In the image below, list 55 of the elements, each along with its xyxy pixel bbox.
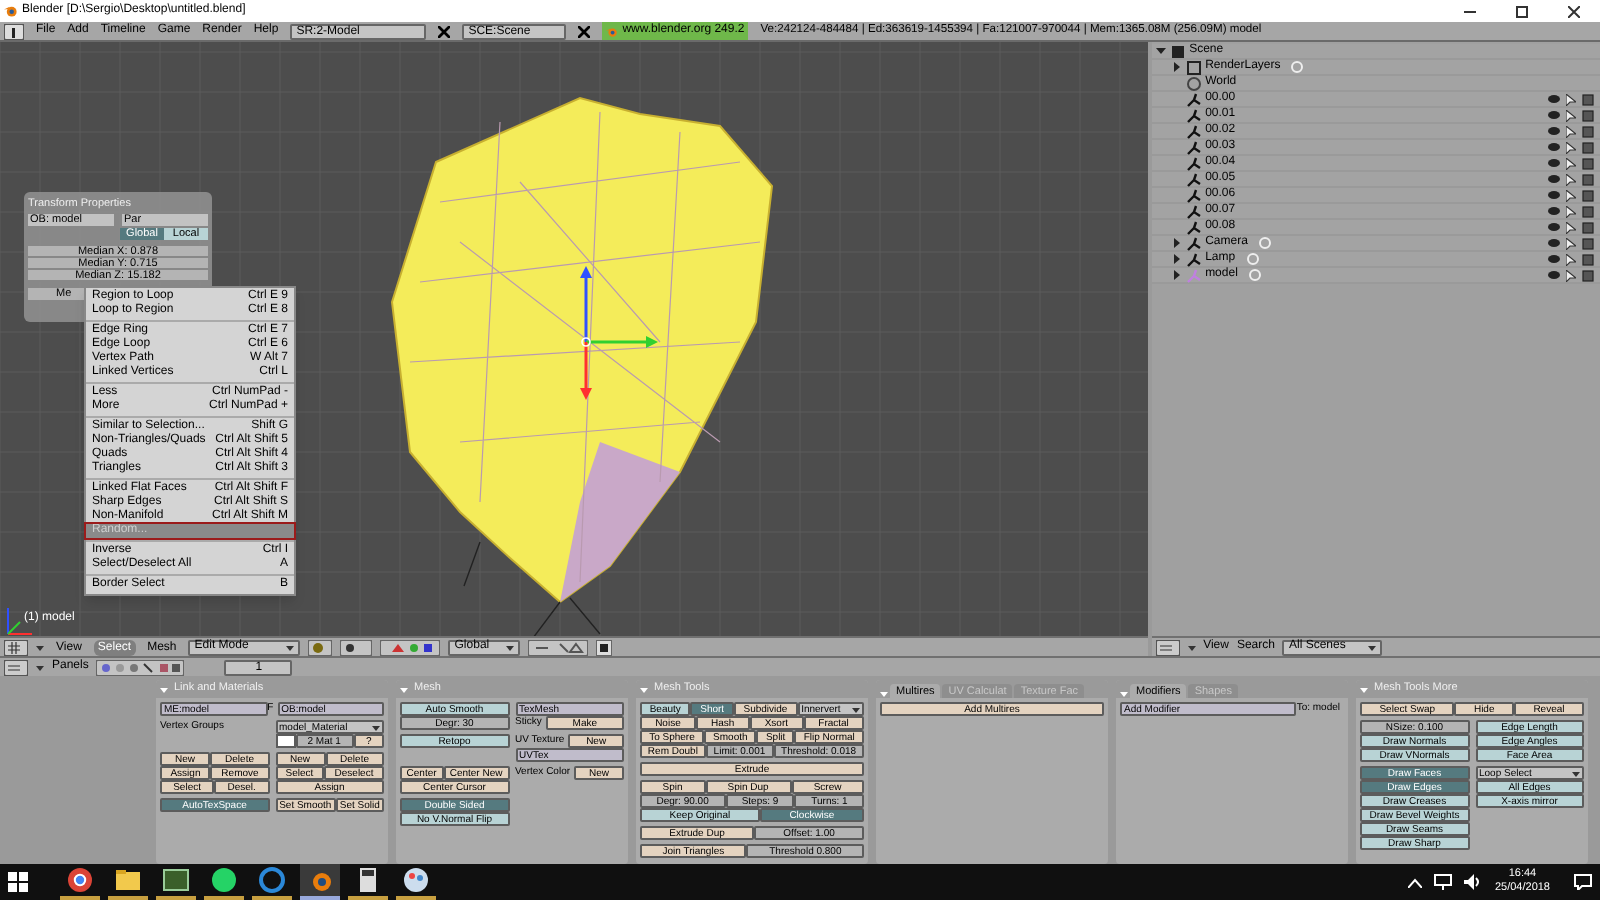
taskbar-button[interactable] (396, 864, 436, 900)
shading-icon[interactable] (308, 639, 333, 655)
expanded-triangle-icon[interactable] (1155, 46, 1166, 56)
chevron-up-icon[interactable] (1408, 877, 1423, 887)
calculator-icon[interactable] (354, 866, 382, 894)
maximize-icon[interactable] (1516, 5, 1528, 17)
grid-icon[interactable] (1155, 639, 1180, 655)
collapsed-triangle-icon[interactable] (1171, 254, 1182, 264)
data-icon (1290, 60, 1305, 74)
collapsed-triangle-icon[interactable] (1171, 62, 1182, 72)
caret-icon (640, 685, 648, 693)
grid-icon[interactable] (4, 639, 28, 655)
caret-icon (400, 685, 408, 693)
blender-logo-icon (606, 25, 619, 37)
browser-icon[interactable] (66, 866, 94, 894)
manipulator-icon[interactable] (380, 639, 441, 655)
taskbar-button[interactable] (60, 864, 100, 900)
scene-icon (1169, 43, 1186, 59)
taskbar-button[interactable] (252, 864, 292, 900)
minimize-icon[interactable] (1464, 5, 1476, 17)
caret-icon (1360, 685, 1368, 693)
close-icon[interactable] (438, 25, 451, 37)
notification-icon[interactable] (1574, 874, 1592, 890)
caret-icon (160, 685, 168, 693)
globe-icon (1185, 75, 1202, 91)
transform-manipulator-drawing[interactable] (580, 266, 658, 400)
close-icon[interactable] (1568, 5, 1580, 17)
color-swatch[interactable] (275, 734, 295, 748)
pivot-icon[interactable] (340, 639, 373, 655)
caret-icon (506, 643, 515, 651)
collapsed-triangle-icon[interactable] (1171, 270, 1182, 280)
taskbar-button[interactable] (108, 864, 148, 900)
palette-icon[interactable] (402, 866, 430, 894)
grid-icon[interactable] (4, 659, 28, 675)
blender-logo-icon (4, 4, 18, 18)
caret-icon (36, 643, 44, 651)
chat-icon[interactable] (210, 866, 238, 894)
caret-icon (1120, 690, 1128, 698)
taskbar-button[interactable] (348, 864, 388, 900)
collapsed-triangle-icon[interactable] (1171, 238, 1182, 248)
info-icon[interactable] (4, 23, 24, 39)
caret-icon (1187, 643, 1196, 651)
caret-icon (880, 690, 888, 698)
taskbar-button[interactable] (156, 864, 196, 900)
close-icon[interactable] (578, 25, 591, 37)
caret-icon (1368, 643, 1377, 651)
monitor-icon[interactable] (162, 866, 190, 894)
taskbar-button[interactable] (204, 864, 244, 900)
folder-icon[interactable] (114, 866, 142, 894)
caret-icon (286, 643, 295, 651)
windows-logo-icon[interactable] (8, 872, 28, 892)
volume-icon[interactable] (1464, 874, 1483, 890)
render-icon[interactable] (596, 639, 613, 655)
network-icon[interactable] (1434, 874, 1453, 890)
caret-icon (36, 663, 44, 671)
